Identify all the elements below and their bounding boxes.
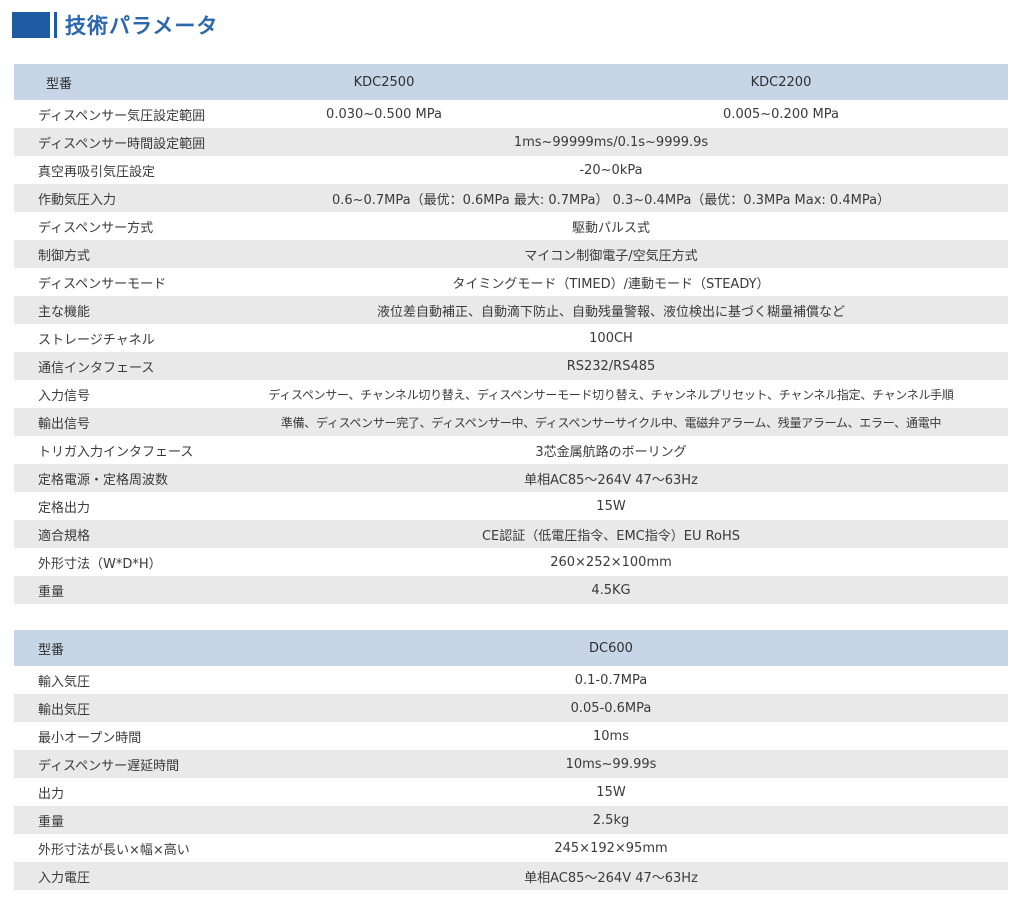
table-row: 入力電圧 单相AC85～264V 47～63Hz bbox=[14, 862, 1008, 890]
row-value: 0.6~0.7MPa（最优：0.6MPa 最大: 0.7MPa） 0.3~0.4… bbox=[214, 184, 1008, 212]
row-value: 液位差自動補正、自動滴下防止、自動残量警報、液位検出に基づく糊量補償など bbox=[214, 296, 1008, 324]
row-value: 駆動パルス式 bbox=[214, 212, 1008, 240]
header-model-kdc2200: KDC2200 bbox=[554, 64, 1008, 100]
table-row: 最小オープン時間 10ms bbox=[14, 722, 1008, 750]
row-label: 定格出力 bbox=[14, 492, 214, 520]
table-row: 輸出気圧 0.05-0.6MPa bbox=[14, 694, 1008, 722]
table-row: 出力 15W bbox=[14, 778, 1008, 806]
row-value: 0.005~0.200 MPa bbox=[554, 100, 1008, 128]
table-header-row: 型番 DC600 bbox=[14, 630, 1008, 666]
table-row: 定格出力 15W bbox=[14, 492, 1008, 520]
table-row: ストレージチャネル 100CH bbox=[14, 324, 1008, 352]
row-value: 10ms~99.99s bbox=[214, 750, 1008, 778]
table-row: ディスペンサー遅延時間 10ms~99.99s bbox=[14, 750, 1008, 778]
table-row: 作動気圧入力 0.6~0.7MPa（最优：0.6MPa 最大: 0.7MPa） 0… bbox=[14, 184, 1008, 212]
row-value: 3芯金属航路のボーリング bbox=[214, 436, 1008, 464]
row-label: 真空再吸引気圧設定 bbox=[14, 156, 214, 184]
header-model-kdc2500: KDC2500 bbox=[214, 64, 554, 100]
row-label: 通信インタフェース bbox=[14, 352, 214, 380]
row-value: 4.5KG bbox=[214, 576, 1008, 604]
row-label: 作動気圧入力 bbox=[14, 184, 214, 212]
spec-table-kdc: 型番 KDC2500 KDC2200 ディスペンサー気圧設定範囲 0.030~0.… bbox=[14, 64, 1008, 604]
row-label: 出力 bbox=[14, 778, 214, 806]
row-value: マイコン制御電子/空気圧方式 bbox=[214, 240, 1008, 268]
table-row: トリガ入力インタフェース 3芯金属航路のボーリング bbox=[14, 436, 1008, 464]
row-label: ディスペンサーモード bbox=[14, 268, 214, 296]
row-value: 单相AC85～264V 47～63Hz bbox=[214, 464, 1008, 492]
title-block-icon bbox=[12, 12, 50, 38]
table-row: ディスペンサー時間設定範囲 1ms~99999ms/0.1s~9999.9s bbox=[14, 128, 1008, 156]
row-value: 0.030~0.500 MPa bbox=[214, 100, 554, 128]
row-label: 重量 bbox=[14, 806, 214, 834]
row-value: ディスペンサー、チャンネル切り替え、ディスペンサーモード切り替え、チャンネルプリ… bbox=[214, 380, 1008, 408]
table-row: 適合規格 CE認証（低電圧指令、EMC指令）EU RoHS bbox=[14, 520, 1008, 548]
table-row: 制御方式 マイコン制御電子/空気圧方式 bbox=[14, 240, 1008, 268]
page-title: 技術パラメータ bbox=[65, 14, 219, 38]
header-model-label: 型番 bbox=[14, 630, 214, 666]
row-value: RS232/RS485 bbox=[214, 352, 1008, 380]
row-value: 100CH bbox=[214, 324, 1008, 352]
row-label: ストレージチャネル bbox=[14, 324, 214, 352]
table-row: 重量 2.5kg bbox=[14, 806, 1008, 834]
row-label: 外形寸法が長い×幅×高い bbox=[14, 834, 214, 862]
row-label: 制御方式 bbox=[14, 240, 214, 268]
row-label: 輸出信号 bbox=[14, 408, 214, 436]
row-label: 入力電圧 bbox=[14, 862, 214, 890]
table-row: 主な機能 液位差自動補正、自動滴下防止、自動残量警報、液位検出に基づく糊量補償など bbox=[14, 296, 1008, 324]
row-label: 輸入気圧 bbox=[14, 666, 214, 694]
table-row: 真空再吸引気圧設定 -20~0kPa bbox=[14, 156, 1008, 184]
row-value: 15W bbox=[214, 492, 1008, 520]
row-label: ディスペンサー気圧設定範囲 bbox=[14, 100, 214, 128]
row-label: ディスペンサー時間設定範囲 bbox=[14, 128, 214, 156]
row-value: 10ms bbox=[214, 722, 1008, 750]
row-label: 主な機能 bbox=[14, 296, 214, 324]
row-value: 0.05-0.6MPa bbox=[214, 694, 1008, 722]
row-label: ディスペンサー方式 bbox=[14, 212, 214, 240]
row-label: 適合規格 bbox=[14, 520, 214, 548]
row-value: タイミングモード（TIMED）/連動モード（STEADY） bbox=[214, 268, 1008, 296]
row-value: 15W bbox=[214, 778, 1008, 806]
row-label: 重量 bbox=[14, 576, 214, 604]
spec-table-dc600: 型番 DC600 輸入気圧 0.1-0.7MPa 輸出気圧 0.05-0.6MPa 最小… bbox=[14, 630, 1008, 890]
row-label: ディスペンサー遅延時間 bbox=[14, 750, 214, 778]
header-model-label: 型番 bbox=[14, 64, 214, 100]
spec-table-body: 輸入気圧 0.1-0.7MPa 輸出気圧 0.05-0.6MPa 最小オープン時間 10m… bbox=[14, 666, 1008, 890]
table-row: 輸入気圧 0.1-0.7MPa bbox=[14, 666, 1008, 694]
row-label: トリガ入力インタフェース bbox=[14, 436, 214, 464]
table-row: 定格電源・定格周波数 单相AC85～264V 47～63Hz bbox=[14, 464, 1008, 492]
row-value: 準備、ディスペンサー完了、ディスペンサー中、ディスペンサーサイクル中、電磁弁アラ… bbox=[214, 408, 1008, 436]
table-row: ディスペンサーモード タイミングモード（TIMED）/連動モード（STEADY） bbox=[14, 268, 1008, 296]
table-header-row: 型番 KDC2500 KDC2200 bbox=[14, 64, 1008, 100]
table-row: 外形寸法が長い×幅×高い 245×192×95mm bbox=[14, 834, 1008, 862]
table-row: ディスペンサー気圧設定範囲 0.030~0.500 MPa 0.005~0.200 … bbox=[14, 100, 1008, 128]
row-label: 定格電源・定格周波数 bbox=[14, 464, 214, 492]
row-value: 单相AC85～264V 47～63Hz bbox=[214, 862, 1008, 890]
table-row: ディスペンサー方式 駆動パルス式 bbox=[14, 212, 1008, 240]
row-value: CE認証（低電圧指令、EMC指令）EU RoHS bbox=[214, 520, 1008, 548]
table-row: 重量 4.5KG bbox=[14, 576, 1008, 604]
spec-table-body: ディスペンサー気圧設定範囲 0.030~0.500 MPa 0.005~0.200 … bbox=[14, 100, 1008, 604]
row-value: 245×192×95mm bbox=[214, 834, 1008, 862]
row-label: 外形寸法（W*D*H） bbox=[14, 548, 214, 576]
header-model-dc600: DC600 bbox=[214, 630, 1008, 666]
row-value: 2.5kg bbox=[214, 806, 1008, 834]
row-value: 0.1-0.7MPa bbox=[214, 666, 1008, 694]
row-label: 最小オープン時間 bbox=[14, 722, 214, 750]
row-value: 1ms~99999ms/0.1s~9999.9s bbox=[214, 128, 1008, 156]
table-row: 外形寸法（W*D*H） 260×252×100mm bbox=[14, 548, 1008, 576]
title-divider bbox=[54, 12, 57, 38]
section-title: 技術パラメータ bbox=[12, 12, 218, 38]
row-value: -20~0kPa bbox=[214, 156, 1008, 184]
table-row: 輸出信号 準備、ディスペンサー完了、ディスペンサー中、ディスペンサーサイクル中、電… bbox=[14, 408, 1008, 436]
row-label: 入力信号 bbox=[14, 380, 214, 408]
table-row: 入力信号 ディスペンサー、チャンネル切り替え、ディスペンサーモード切り替え、チャン… bbox=[14, 380, 1008, 408]
row-label: 輸出気圧 bbox=[14, 694, 214, 722]
table-row: 通信インタフェース RS232/RS485 bbox=[14, 352, 1008, 380]
row-value: 260×252×100mm bbox=[214, 548, 1008, 576]
